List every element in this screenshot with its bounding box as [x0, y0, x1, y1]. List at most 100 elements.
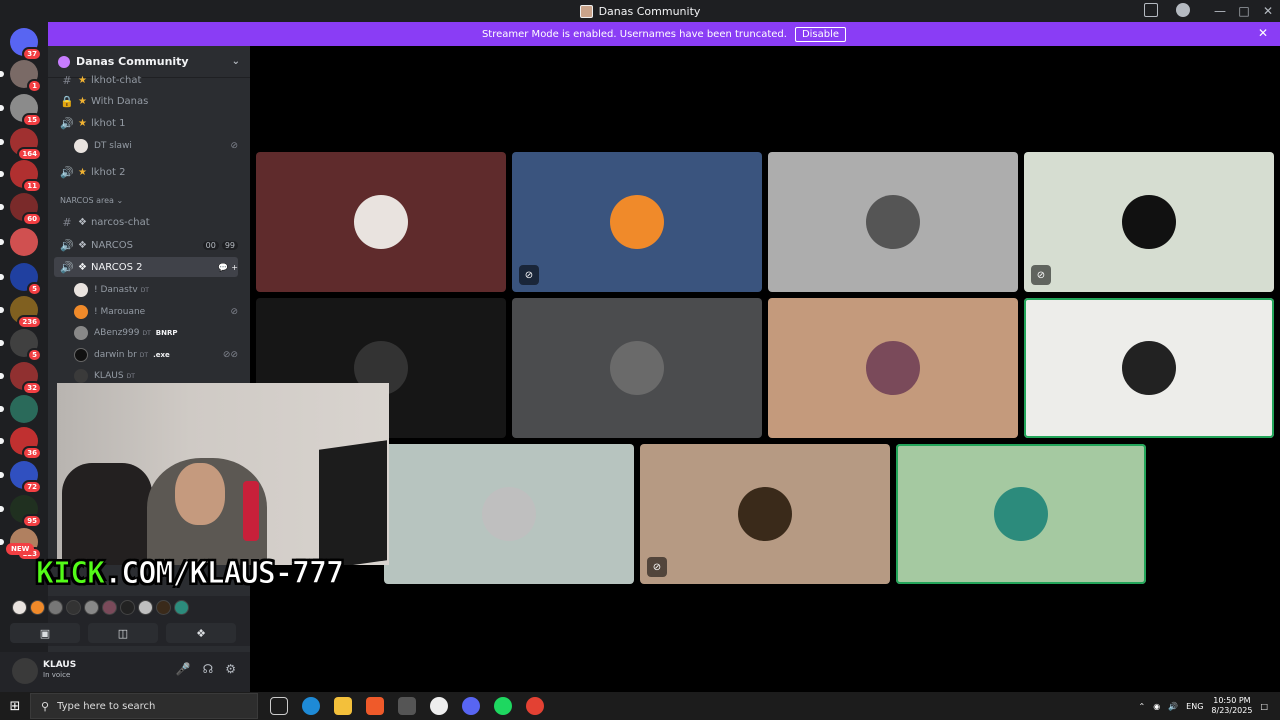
participant-tile[interactable]: ⊘ [512, 152, 762, 292]
server-icon[interactable]: 72 [0, 461, 42, 494]
channel-lkhot-2[interactable]: 🔊 ★ lkhot 2 [54, 162, 238, 182]
avatar[interactable] [138, 600, 153, 615]
server-icon[interactable]: 5 [0, 329, 42, 362]
voice-user[interactable]: ! Danastv DT [74, 280, 238, 300]
maximize-button[interactable]: □ [1232, 4, 1256, 18]
spotify-icon[interactable] [494, 697, 512, 715]
user-panel: KLAUS In voice 🎤 ☊ ⚙ [0, 652, 250, 692]
channel-label: narcos-chat [90, 216, 150, 228]
guild-badge: 236 [17, 315, 42, 329]
voice-stage: ⊘ ⊘ ⊘ [250, 46, 1280, 692]
participant-tile[interactable]: ⊘ [1024, 152, 1274, 292]
server-icon[interactable]: 11 [0, 160, 42, 193]
kick-url: .COM/KLAUS-777 [104, 556, 345, 592]
channel-with-danas[interactable]: 🔒 ★ With Danas [54, 91, 238, 111]
chevron-up-icon[interactable]: ⌃ [1139, 702, 1146, 711]
voice-user[interactable]: darwin br DT .exe ⊘⊘ [74, 345, 238, 365]
server-icon[interactable]: 236 [0, 296, 42, 329]
server-icon[interactable]: 1 [0, 60, 42, 93]
avatar[interactable] [66, 600, 81, 615]
server-icon[interactable] [0, 395, 38, 423]
guild-badge: 5 [27, 348, 42, 362]
channel-lkhot-chat[interactable]: # ★ lkhot-chat [54, 70, 238, 90]
chevron-down-icon[interactable]: ⌄ [232, 56, 240, 67]
avatar [74, 139, 88, 153]
language-indicator[interactable]: ENG [1186, 702, 1203, 711]
network-icon[interactable]: ◉ [1153, 702, 1160, 711]
app-icon[interactable] [398, 697, 416, 715]
voice-user[interactable]: ABenz999 DT BNRP [74, 323, 238, 343]
taskbar-search[interactable]: ⚲ Type here to search [30, 693, 258, 719]
file-explorer-icon[interactable] [334, 697, 352, 715]
participant-tile[interactable] [768, 298, 1018, 438]
voice-user[interactable]: ! Marouane ⊘ [74, 302, 238, 322]
notifications-icon[interactable]: □ [1260, 702, 1268, 711]
avatar[interactable] [102, 600, 117, 615]
server-icon[interactable] [0, 228, 38, 256]
close-banner-icon[interactable]: ✕ [1258, 26, 1268, 40]
avatar[interactable] [174, 600, 189, 615]
server-icon[interactable]: 164 [0, 128, 42, 161]
category-narcos-area[interactable]: NARCOS area ⌄ [60, 196, 123, 205]
server-icon[interactable]: 5 [0, 263, 42, 296]
speaker-icon: 🔊 [60, 116, 74, 130]
channel-narcos-2[interactable]: 🔊 ❖ NARCOS 2 💬 + [54, 257, 238, 277]
guild-badge: 72 [22, 480, 42, 494]
inbox-icon[interactable] [1144, 3, 1158, 17]
server-icon[interactable]: 15 [0, 94, 42, 127]
minimize-button[interactable]: — [1208, 4, 1232, 18]
direct-messages-button[interactable]: 37 [10, 28, 42, 61]
app-icon[interactable] [430, 697, 448, 715]
task-view-icon[interactable] [270, 697, 288, 715]
search-icon: ⚲ [41, 699, 50, 713]
camera-off-button[interactable]: ▣ [10, 623, 80, 643]
participant-tile[interactable] [512, 298, 762, 438]
settings-gear-icon[interactable]: ⚙ [225, 662, 236, 676]
screen-share-button[interactable]: ◫ [88, 623, 158, 643]
avatar[interactable] [84, 600, 99, 615]
edge-icon[interactable] [302, 697, 320, 715]
avatar[interactable] [12, 600, 27, 615]
avatar[interactable] [30, 600, 45, 615]
avatar[interactable] [12, 658, 38, 684]
user-name: ! Danastv [94, 285, 138, 295]
server-icon[interactable]: 95 [0, 495, 42, 528]
headphones-icon[interactable]: ☊ [203, 662, 214, 676]
avatar [738, 487, 792, 541]
speaker-icon: 🔊 [60, 165, 74, 179]
chat-icon[interactable]: 💬 [218, 263, 228, 272]
server-icon[interactable]: 36 [0, 427, 42, 460]
channel-label: NARCOS [90, 239, 133, 251]
voice-user[interactable]: DT slawi ⊘ [74, 136, 238, 156]
server-icon[interactable]: 60 [0, 193, 42, 226]
participant-tile[interactable] [384, 444, 634, 584]
avatar[interactable] [120, 600, 135, 615]
microphone-icon[interactable]: 🎤 [176, 662, 191, 676]
brave-icon[interactable] [366, 697, 384, 715]
chrome-icon[interactable] [526, 697, 544, 715]
help-icon[interactable] [1176, 3, 1190, 17]
start-button[interactable]: ⊞ [0, 699, 30, 714]
discord-icon[interactable] [462, 697, 480, 715]
avatar[interactable] [48, 600, 63, 615]
channel-label: NARCOS 2 [90, 261, 143, 273]
volume-icon[interactable]: 🔊 [1168, 702, 1178, 711]
participant-tile[interactable] [256, 152, 506, 292]
channel-narcos[interactable]: 🔊 ❖ NARCOS 00 99 [54, 235, 238, 255]
channel-narcos-chat[interactable]: # ❖ narcos-chat [54, 212, 238, 232]
server-avatar-icon [579, 4, 593, 18]
guild-badge: 60 [22, 212, 42, 226]
participant-tile[interactable]: ⊘ [640, 444, 890, 584]
close-window-button[interactable]: ✕ [1256, 4, 1280, 18]
server-icon [58, 55, 70, 68]
clock[interactable]: 10:50 PM 8/23/2025 [1211, 696, 1252, 716]
participant-tile[interactable] [1024, 298, 1274, 438]
participant-tile[interactable] [768, 152, 1018, 292]
activities-button[interactable]: ❖ [166, 623, 236, 643]
server-icon[interactable]: 32 [0, 362, 42, 395]
invite-icon[interactable]: + [231, 263, 238, 272]
disable-streamer-button[interactable]: Disable [794, 26, 847, 42]
avatar[interactable] [156, 600, 171, 615]
channel-lkhot-1[interactable]: 🔊 ★ lkhot 1 [54, 113, 238, 133]
participant-tile[interactable] [896, 444, 1146, 584]
